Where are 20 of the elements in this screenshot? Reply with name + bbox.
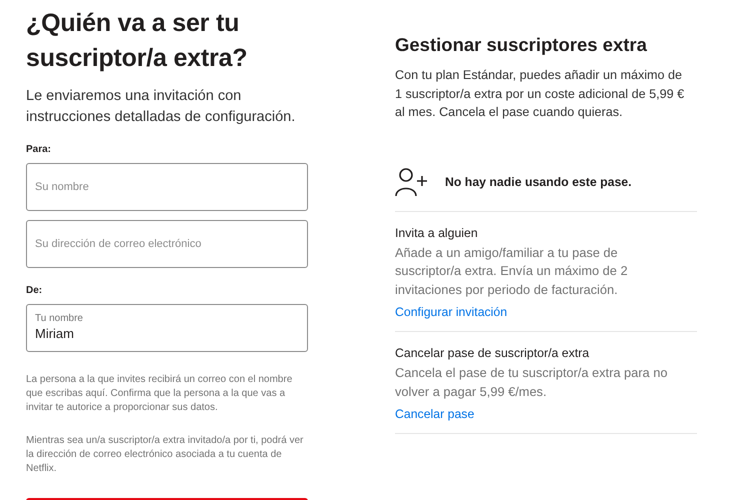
option-title: Cancelar pase de suscriptor/a extra xyxy=(395,345,590,362)
sender-name-field[interactable]: Tu nombre Miriam xyxy=(26,304,308,352)
name-field[interactable]: Su nombre xyxy=(26,163,308,211)
email-field[interactable]: Su dirección de correo electrónico xyxy=(26,220,308,268)
option-link[interactable]: Cancelar pase xyxy=(395,407,474,421)
field-label: Tu nombre xyxy=(35,313,84,325)
from-label: De: xyxy=(26,285,44,296)
section-title: Gestionar suscriptores extra xyxy=(395,33,648,57)
status-text: No hay nadie usando este pase. xyxy=(445,174,632,188)
info-note: La persona a la que invites recibirá un correo con el nombre que escribas aquí. Confirma que la persona a la que vas a invitar te autorice a proporcionar sus datos. xyxy=(26,373,294,414)
add-person-icon xyxy=(395,166,429,196)
page-title: ¿Quién va a ser tu suscriptor/a extra? xyxy=(26,8,248,74)
option-description: Cancela el pase de tu suscriptor/a extra para no volver a pagar 5,99 €/mes. xyxy=(395,364,668,401)
option-link[interactable]: Configurar invitación xyxy=(395,305,508,319)
option-description: Añade a un amigo/familiar a tu pase de suscriptor/a extra. Envía un máximo de 2 invitaciones por periodo de facturación. xyxy=(395,244,629,299)
info-note: Mientras sea un/a suscriptor/a extra invitado/a por ti, podrá ver la dirección de correo electrónico asociada a tu cuenta de Netflix. xyxy=(26,434,304,476)
subtitle: Le enviaremos una invitación con instrucciones detalladas de configuración. xyxy=(26,87,296,127)
to-label: Para: xyxy=(26,144,52,155)
option-title: Invita a alguien xyxy=(395,224,479,242)
plan-description: Con tu plan Estándar, puedes añadir un máximo de 1 suscriptor/a extra por un coste adicional de 5,99 € al mes. Cancela el pase cuando quieras. xyxy=(395,67,686,121)
